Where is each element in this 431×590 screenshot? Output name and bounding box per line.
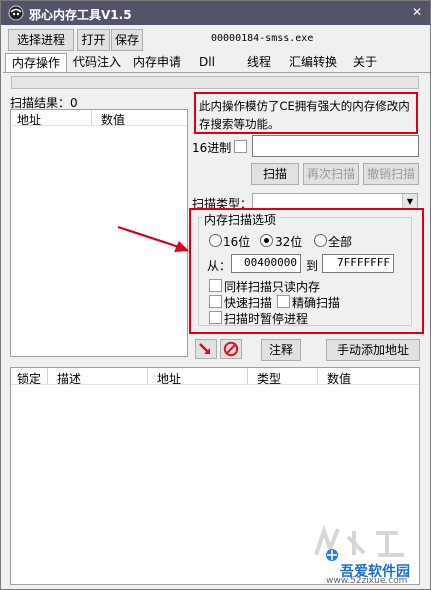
app-logo-icon [8, 5, 24, 21]
address-table-header: 锁定 描述 地址 类型 数值 [11, 368, 419, 387]
scan-readonly-label: 同样扫描只读内存 [224, 280, 321, 294]
bits-32-label: 32位 [275, 235, 303, 249]
bits-16-radio[interactable] [209, 234, 222, 247]
col-type[interactable]: 类型 [257, 370, 281, 387]
scan-button[interactable]: 扫描 [251, 163, 299, 185]
column-separator [147, 368, 148, 384]
close-icon[interactable]: ✕ [408, 4, 426, 21]
feature-note: 此内操作模仿了CE拥有强大的内存修改内存搜索等功能。 [194, 92, 418, 134]
hex-label: 16进制 [192, 141, 232, 155]
search-value-input[interactable] [252, 135, 419, 157]
results-header: 地址 数值 [11, 110, 187, 128]
to-address-input[interactable]: 7FFFFFFF [322, 254, 394, 273]
column-separator [247, 368, 248, 384]
comment-button[interactable]: 注释 [261, 339, 301, 361]
add-to-list-button[interactable] [195, 339, 217, 359]
tab-memory-ops[interactable]: 内存操作 [5, 53, 67, 73]
bits-32-radio[interactable] [260, 234, 273, 247]
title-bar[interactable]: 邪心内存工具V1.5 ✕ [1, 1, 430, 25]
arrow-icon [199, 343, 210, 354]
col-value[interactable]: 数值 [327, 370, 351, 387]
bits-all-label: 全部 [328, 235, 353, 249]
chevron-down-icon[interactable]: ▼ [402, 194, 417, 209]
main-window: 邪心内存工具V1.5 ✕ 选择进程 打开 保存 00000184-smss.ex… [0, 0, 431, 590]
tab-divider [3, 72, 430, 73]
window-title: 邪心内存工具V1.5 [29, 8, 132, 22]
clear-list-button[interactable] [220, 339, 242, 359]
tab-asm-convert[interactable]: 汇编转换 [285, 53, 341, 73]
fast-scan-checkbox[interactable] [209, 295, 222, 308]
pause-process-checkbox[interactable] [209, 311, 222, 324]
scan-progress-bar [11, 76, 419, 89]
select-process-button[interactable]: 选择进程 [8, 29, 74, 51]
hex-checkbox[interactable] [234, 140, 247, 153]
manual-add-address-button[interactable]: 手动添加地址 [326, 339, 420, 361]
column-separator [47, 368, 48, 384]
undo-scan-button[interactable]: 撤销扫描 [363, 163, 419, 185]
column-separator [91, 110, 92, 126]
no-entry-icon [223, 341, 239, 357]
watermark-url: www.52zixue.com [326, 576, 408, 586]
tab-dll[interactable]: Dll [193, 53, 221, 73]
scan-options-title: 内存扫描选项 [202, 211, 279, 228]
pause-process-label: 扫描时暂停进程 [224, 312, 309, 326]
tab-about[interactable]: 关于 [349, 53, 381, 73]
col-value[interactable]: 数值 [101, 111, 125, 128]
tab-strip: 内存操作 代码注入 内存申请 Dll 线程 汇编转换 关于 [3, 53, 430, 73]
tab-code-inject[interactable]: 代码注入 [69, 53, 125, 73]
bits-all-radio[interactable] [314, 234, 327, 247]
to-label: 到 [306, 259, 319, 273]
column-separator [317, 368, 318, 384]
col-address[interactable]: 地址 [17, 111, 41, 128]
tab-memory-alloc[interactable]: 内存申请 [129, 53, 185, 73]
col-lock[interactable]: 锁定 [17, 370, 41, 387]
rescan-button[interactable]: 再次扫描 [303, 163, 359, 185]
from-address-input[interactable]: 00400000 [231, 254, 301, 273]
exact-scan-checkbox[interactable] [277, 295, 290, 308]
process-name: 00000184-smss.exe [211, 33, 314, 44]
tab-threads[interactable]: 线程 [245, 53, 273, 73]
from-label: 从： [207, 259, 232, 273]
col-address[interactable]: 地址 [157, 370, 181, 387]
bits-16-label: 16位 [223, 235, 251, 249]
annotation-arrow-icon [117, 225, 189, 252]
save-button[interactable]: 保存 [111, 29, 143, 51]
watermark-logo-icon [314, 525, 404, 561]
exact-scan-label: 精确扫描 [292, 296, 341, 310]
col-description[interactable]: 描述 [57, 370, 81, 387]
scan-readonly-checkbox[interactable] [209, 279, 222, 292]
open-button[interactable]: 打开 [77, 29, 110, 51]
fast-scan-label: 快速扫描 [224, 296, 273, 310]
watermark: 吾爱软件园 www.52zixue.com [304, 525, 424, 587]
